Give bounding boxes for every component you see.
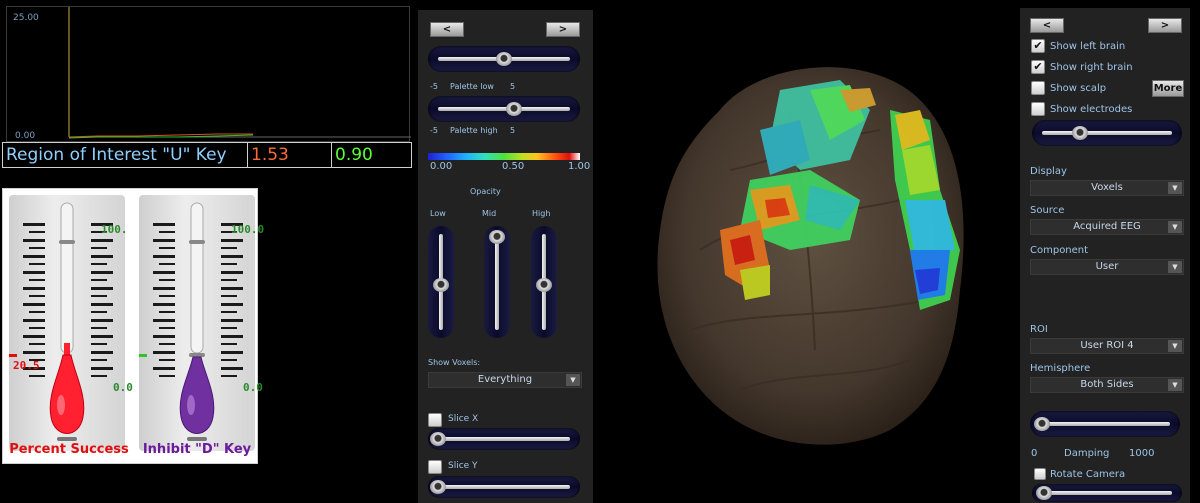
source-dropdown[interactable]: Acquired EEG ▼ — [1030, 219, 1184, 235]
show-left-brain-checkbox[interactable]: ✔ — [1031, 39, 1045, 53]
slice-x-slider[interactable] — [428, 428, 580, 450]
chevron-down-icon: ▼ — [1168, 221, 1182, 233]
rotate-camera-checkbox[interactable] — [1034, 468, 1046, 480]
display-label: Display — [1030, 166, 1067, 177]
display-dropdown[interactable]: Voxels ▼ — [1030, 180, 1184, 196]
component-value: User — [1095, 261, 1119, 272]
damping-min: 0 — [1031, 448, 1038, 459]
palette-low-label: Palette low — [450, 82, 494, 91]
rotate-camera-slider[interactable] — [1032, 484, 1182, 502]
opacity-high-label: High — [532, 209, 551, 218]
show-right-brain-label: Show right brain — [1050, 62, 1133, 73]
chevron-down-icon: ▼ — [1168, 261, 1182, 273]
view-settings-panel: < > ✔ Show left brain ✔ Show right brain… — [1020, 8, 1190, 503]
chevron-down-icon: ▼ — [1168, 182, 1182, 194]
time-series-graph: 25.00 0.00 — [6, 6, 411, 142]
roi-label: ROI — [1030, 324, 1048, 335]
display-value: Voxels — [1091, 182, 1123, 193]
chevron-down-icon: ▼ — [566, 374, 580, 386]
opacity-mid-slider[interactable] — [484, 226, 510, 338]
slice-y-slider[interactable] — [428, 476, 580, 498]
opacity-high-knob[interactable] — [536, 278, 552, 292]
prev-button[interactable]: < — [430, 22, 464, 37]
show-voxels-dropdown[interactable]: Everything ▼ — [428, 372, 582, 388]
show-electrodes-checkbox[interactable] — [1031, 102, 1045, 116]
roi-value: User ROI 4 — [1080, 340, 1134, 351]
source-label: Source — [1030, 205, 1065, 216]
damping-label: Damping — [1064, 448, 1110, 459]
roi-dropdown[interactable]: User ROI 4 ▼ — [1030, 338, 1184, 354]
next-button[interactable]: > — [1148, 18, 1182, 33]
slice-x-checkbox[interactable] — [428, 413, 442, 427]
left-thermo-bottom-value: 0.0 — [113, 381, 133, 394]
brain-3d-view[interactable] — [640, 50, 980, 480]
opacity-title: Opacity — [470, 187, 501, 196]
show-scalp-label: Show scalp — [1050, 83, 1107, 94]
opacity-low-slider[interactable] — [428, 226, 454, 338]
roi-title: Region of Interest "U" Key — [3, 143, 248, 167]
palette-high-max: 5 — [510, 126, 516, 135]
slice-y-knob[interactable] — [430, 480, 446, 494]
left-thermo-top-value: 100. — [101, 223, 128, 236]
component-label: Component — [1030, 245, 1089, 256]
show-right-brain-checkbox[interactable]: ✔ — [1031, 60, 1045, 74]
palette-low-slider[interactable] — [428, 46, 580, 72]
chevron-down-icon: ▼ — [1168, 379, 1182, 391]
palette-low-min: -5 — [430, 82, 438, 91]
palette-low-knob[interactable] — [496, 52, 512, 66]
opacity-mid-knob[interactable] — [489, 230, 505, 244]
electrode-size-knob[interactable] — [1072, 126, 1088, 140]
damping-knob[interactable] — [1034, 417, 1050, 431]
inhibit-d-key-label: Inhibit "D" Key — [142, 442, 252, 457]
component-dropdown[interactable]: User ▼ — [1030, 259, 1184, 275]
right-thermo-bottom-value: 0.0 — [243, 381, 263, 394]
show-voxels-value: Everything — [477, 374, 533, 385]
palette-scale-mid: 0.50 — [502, 161, 525, 172]
rotate-camera-label: Rotate Camera — [1050, 469, 1126, 480]
thermometer-panel: 100. 0.0 20.5 100.0 0.0 Percent Success … — [2, 188, 264, 464]
render-settings-panel: < > -5 Palette low 5 -5 Palette high 5 0… — [418, 10, 593, 503]
palette-high-label: Palette high — [450, 126, 498, 135]
chevron-down-icon: ▼ — [1168, 340, 1182, 352]
opacity-mid-label: Mid — [482, 209, 497, 218]
palette-high-min: -5 — [430, 126, 438, 135]
palette-low-max: 5 — [510, 82, 516, 91]
color-palette-bar — [428, 153, 580, 160]
roi-value-bar: Region of Interest "U" Key 1.53 0.90 — [2, 142, 412, 168]
damping-max: 1000 — [1129, 448, 1155, 459]
prev-button[interactable]: < — [1030, 18, 1064, 33]
electrode-size-slider[interactable] — [1032, 120, 1182, 146]
right-thermo-top-value: 100.0 — [231, 223, 265, 236]
show-voxels-label: Show Voxels: — [428, 358, 481, 367]
roi-value-green: 0.90 — [335, 145, 373, 165]
opacity-low-knob[interactable] — [433, 278, 449, 292]
slice-y-label: Slice Y — [448, 461, 478, 471]
percent-success-label: Percent Success — [9, 442, 129, 457]
graph-plot — [68, 7, 411, 139]
hemisphere-label: Hemisphere — [1030, 363, 1091, 374]
slice-x-label: Slice X — [448, 414, 479, 424]
damping-slider[interactable] — [1030, 411, 1180, 437]
palette-scale-max: 1.00 — [568, 161, 591, 172]
show-left-brain-label: Show left brain — [1050, 41, 1126, 52]
palette-high-slider[interactable] — [428, 96, 580, 122]
show-scalp-checkbox[interactable] — [1031, 81, 1045, 95]
opacity-high-slider[interactable] — [531, 226, 557, 338]
inhibit-d-key-thermometer: 100.0 0.0 — [139, 195, 264, 451]
palette-scale-min: 0.00 — [430, 161, 453, 172]
percent-success-thermometer: 100. 0.0 20.5 — [9, 195, 133, 451]
roi-value-orange: 1.53 — [248, 143, 332, 167]
hemisphere-value: Both Sides — [1080, 379, 1134, 390]
next-button[interactable]: > — [546, 22, 580, 37]
slice-y-checkbox[interactable] — [428, 460, 442, 474]
slice-x-knob[interactable] — [430, 432, 446, 446]
hemisphere-dropdown[interactable]: Both Sides ▼ — [1030, 377, 1184, 393]
left-thermo-marker-value: 20.5 — [13, 359, 40, 372]
rotate-camera-knob[interactable] — [1036, 486, 1052, 500]
show-electrodes-label: Show electrodes — [1050, 104, 1133, 115]
palette-high-knob[interactable] — [506, 102, 522, 116]
opacity-low-label: Low — [430, 209, 446, 218]
source-value: Acquired EEG — [1073, 221, 1141, 232]
more-button[interactable]: More — [1152, 80, 1184, 97]
